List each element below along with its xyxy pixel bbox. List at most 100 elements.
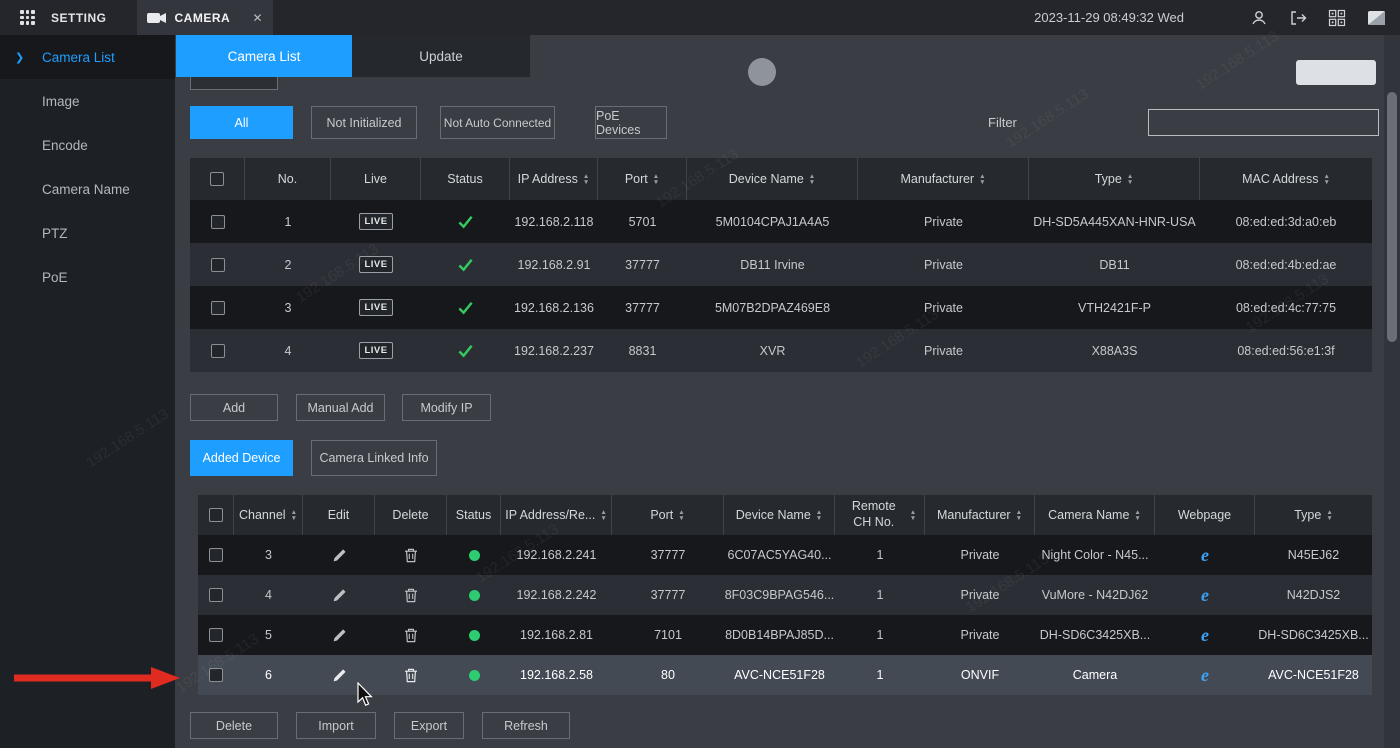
cell-camera-name: VuMore - N42DJ62 xyxy=(1035,575,1155,615)
filter-not-auto-connected-button[interactable]: Not Auto Connected xyxy=(440,106,555,139)
col-remote-ch[interactable]: Remote CH No.▲▼ xyxy=(835,495,925,535)
tab-added-device[interactable]: Added Device xyxy=(190,440,293,476)
live-badge[interactable]: LIVE xyxy=(359,256,392,273)
col-device-name[interactable]: Device Name▲▼ xyxy=(687,158,858,200)
add-button[interactable]: Add xyxy=(190,394,278,421)
sidebar-item-encode[interactable]: Encode xyxy=(0,123,175,167)
scrollbar-track[interactable] xyxy=(1384,35,1400,748)
row-checkbox[interactable] xyxy=(209,548,223,562)
cell-remote-ch: 1 xyxy=(835,535,925,575)
tab-update[interactable]: Update xyxy=(352,35,530,77)
camera-window-tab[interactable]: CAMERA ✕ xyxy=(137,0,273,35)
col-channel[interactable]: Channel▲▼ xyxy=(234,495,303,535)
filter-label: Filter xyxy=(988,106,1017,139)
delete-button[interactable]: Delete xyxy=(190,712,278,739)
col-manufacturer[interactable]: Manufacturer▲▼ xyxy=(925,495,1035,535)
row-checkbox[interactable] xyxy=(209,628,223,642)
live-badge[interactable]: LIVE xyxy=(359,213,392,230)
row-checkbox[interactable] xyxy=(211,258,225,272)
sidebar-item-label: PTZ xyxy=(42,226,68,241)
col-type[interactable]: Type▲▼ xyxy=(1029,158,1200,200)
filter-poe-devices-button[interactable]: PoE Devices xyxy=(595,106,667,139)
tab-camera-list[interactable]: Camera List xyxy=(176,35,352,77)
edit-pencil-icon[interactable] xyxy=(332,588,347,603)
col-device-name[interactable]: Device Name▲▼ xyxy=(724,495,835,535)
sort-icon: ▲▼ xyxy=(600,510,606,521)
select-all-cell xyxy=(190,158,245,200)
row-checkbox[interactable] xyxy=(209,668,223,682)
col-camera-name[interactable]: Camera Name▲▼ xyxy=(1035,495,1155,535)
cell-mac-address: 08:ed:ed:56:e1:3f xyxy=(1200,329,1372,372)
tab-camera-linked-info[interactable]: Camera Linked Info xyxy=(311,440,437,476)
cell-device-name: 8D0B14BPAJ85D... xyxy=(724,615,835,655)
cell-device-name: 5M07B2DPAZ469E8 xyxy=(687,286,858,329)
filter-not-initialized-button[interactable]: Not Initialized xyxy=(311,106,417,139)
col-mac-address[interactable]: MAC Address▲▼ xyxy=(1200,158,1372,200)
sidebar-item-camera-list[interactable]: ❯ Camera List xyxy=(0,35,175,79)
refresh-button[interactable]: Refresh xyxy=(482,712,570,739)
select-all-checkbox[interactable] xyxy=(209,508,223,522)
sort-icon: ▲▼ xyxy=(1134,510,1140,521)
live-badge[interactable]: LIVE xyxy=(359,299,392,316)
col-port[interactable]: Port▲▼ xyxy=(612,495,724,535)
filter-input[interactable] xyxy=(1148,109,1379,136)
edit-pencil-icon[interactable] xyxy=(332,628,347,643)
row-checkbox[interactable] xyxy=(209,588,223,602)
select-all-checkbox[interactable] xyxy=(210,172,224,186)
col-manufacturer[interactable]: Manufacturer▲▼ xyxy=(858,158,1029,200)
row-checkbox[interactable] xyxy=(211,301,225,315)
cell-live: LIVE xyxy=(331,286,421,329)
display-icon[interactable] xyxy=(1367,10,1386,26)
cell-no: 4 xyxy=(245,329,331,372)
col-type[interactable]: Type▲▼ xyxy=(1255,495,1372,535)
col-ip-address[interactable]: IP Address▲▼ xyxy=(510,158,598,200)
delete-trash-icon[interactable] xyxy=(404,588,418,603)
delete-trash-icon[interactable] xyxy=(404,628,418,643)
sort-desc-icon: ▼ xyxy=(678,516,684,521)
delete-trash-icon[interactable] xyxy=(404,548,418,563)
sidebar-item-poe[interactable]: PoE xyxy=(0,255,175,299)
sidebar-item-camera-name[interactable]: Camera Name xyxy=(0,167,175,211)
ie-browser-icon[interactable]: e xyxy=(1201,665,1209,686)
multi-screen-icon[interactable] xyxy=(1328,9,1346,27)
apps-grid-icon[interactable] xyxy=(20,10,35,25)
manual-add-button[interactable]: Manual Add xyxy=(296,394,385,421)
col-ip-address[interactable]: IP Address/Re...▲▼ xyxy=(501,495,612,535)
row-checkbox[interactable] xyxy=(211,344,225,358)
sidebar-item-ptz[interactable]: PTZ xyxy=(0,211,175,255)
sort-asc-icon: ▲ xyxy=(979,174,985,179)
sort-icon: ▲▼ xyxy=(816,510,822,521)
ie-browser-icon[interactable]: e xyxy=(1201,545,1209,566)
cutoff-light-button[interactable] xyxy=(1296,60,1376,85)
import-button[interactable]: Import xyxy=(296,712,376,739)
live-badge[interactable]: LIVE xyxy=(359,342,392,359)
cell-status xyxy=(447,535,501,575)
cell-manufacturer: Private xyxy=(858,243,1029,286)
red-arrow-annotation xyxy=(8,664,183,692)
ie-browser-icon[interactable]: e xyxy=(1201,585,1209,606)
modify-ip-button[interactable]: Modify IP xyxy=(402,394,491,421)
sort-icon: ▲▼ xyxy=(1016,510,1022,521)
sidebar-item-image[interactable]: Image xyxy=(0,79,175,123)
cell-manufacturer: Private xyxy=(925,535,1035,575)
col-port[interactable]: Port▲▼ xyxy=(598,158,687,200)
edit-pencil-icon[interactable] xyxy=(332,548,347,563)
ie-browser-icon[interactable]: e xyxy=(1201,625,1209,646)
cutoff-circle-control[interactable] xyxy=(748,58,776,86)
cell-type: X88A3S xyxy=(1029,329,1200,372)
checkbox-cell xyxy=(198,535,234,575)
delete-trash-icon[interactable] xyxy=(404,668,418,683)
row-checkbox[interactable] xyxy=(211,215,225,229)
edit-pencil-icon[interactable] xyxy=(332,668,347,683)
topbar-icon-group xyxy=(1250,0,1386,35)
logout-icon[interactable] xyxy=(1289,9,1307,27)
checkbox-cell xyxy=(190,286,245,329)
sort-icon: ▲▼ xyxy=(979,174,985,185)
filter-all-button[interactable]: All xyxy=(190,106,293,139)
col-label: IP Address xyxy=(518,172,578,186)
export-button[interactable]: Export xyxy=(394,712,464,739)
close-icon[interactable]: ✕ xyxy=(252,11,262,25)
user-icon[interactable] xyxy=(1250,9,1268,27)
scrollbar-thumb[interactable] xyxy=(1387,92,1397,342)
sort-icon: ▲▼ xyxy=(910,510,916,521)
